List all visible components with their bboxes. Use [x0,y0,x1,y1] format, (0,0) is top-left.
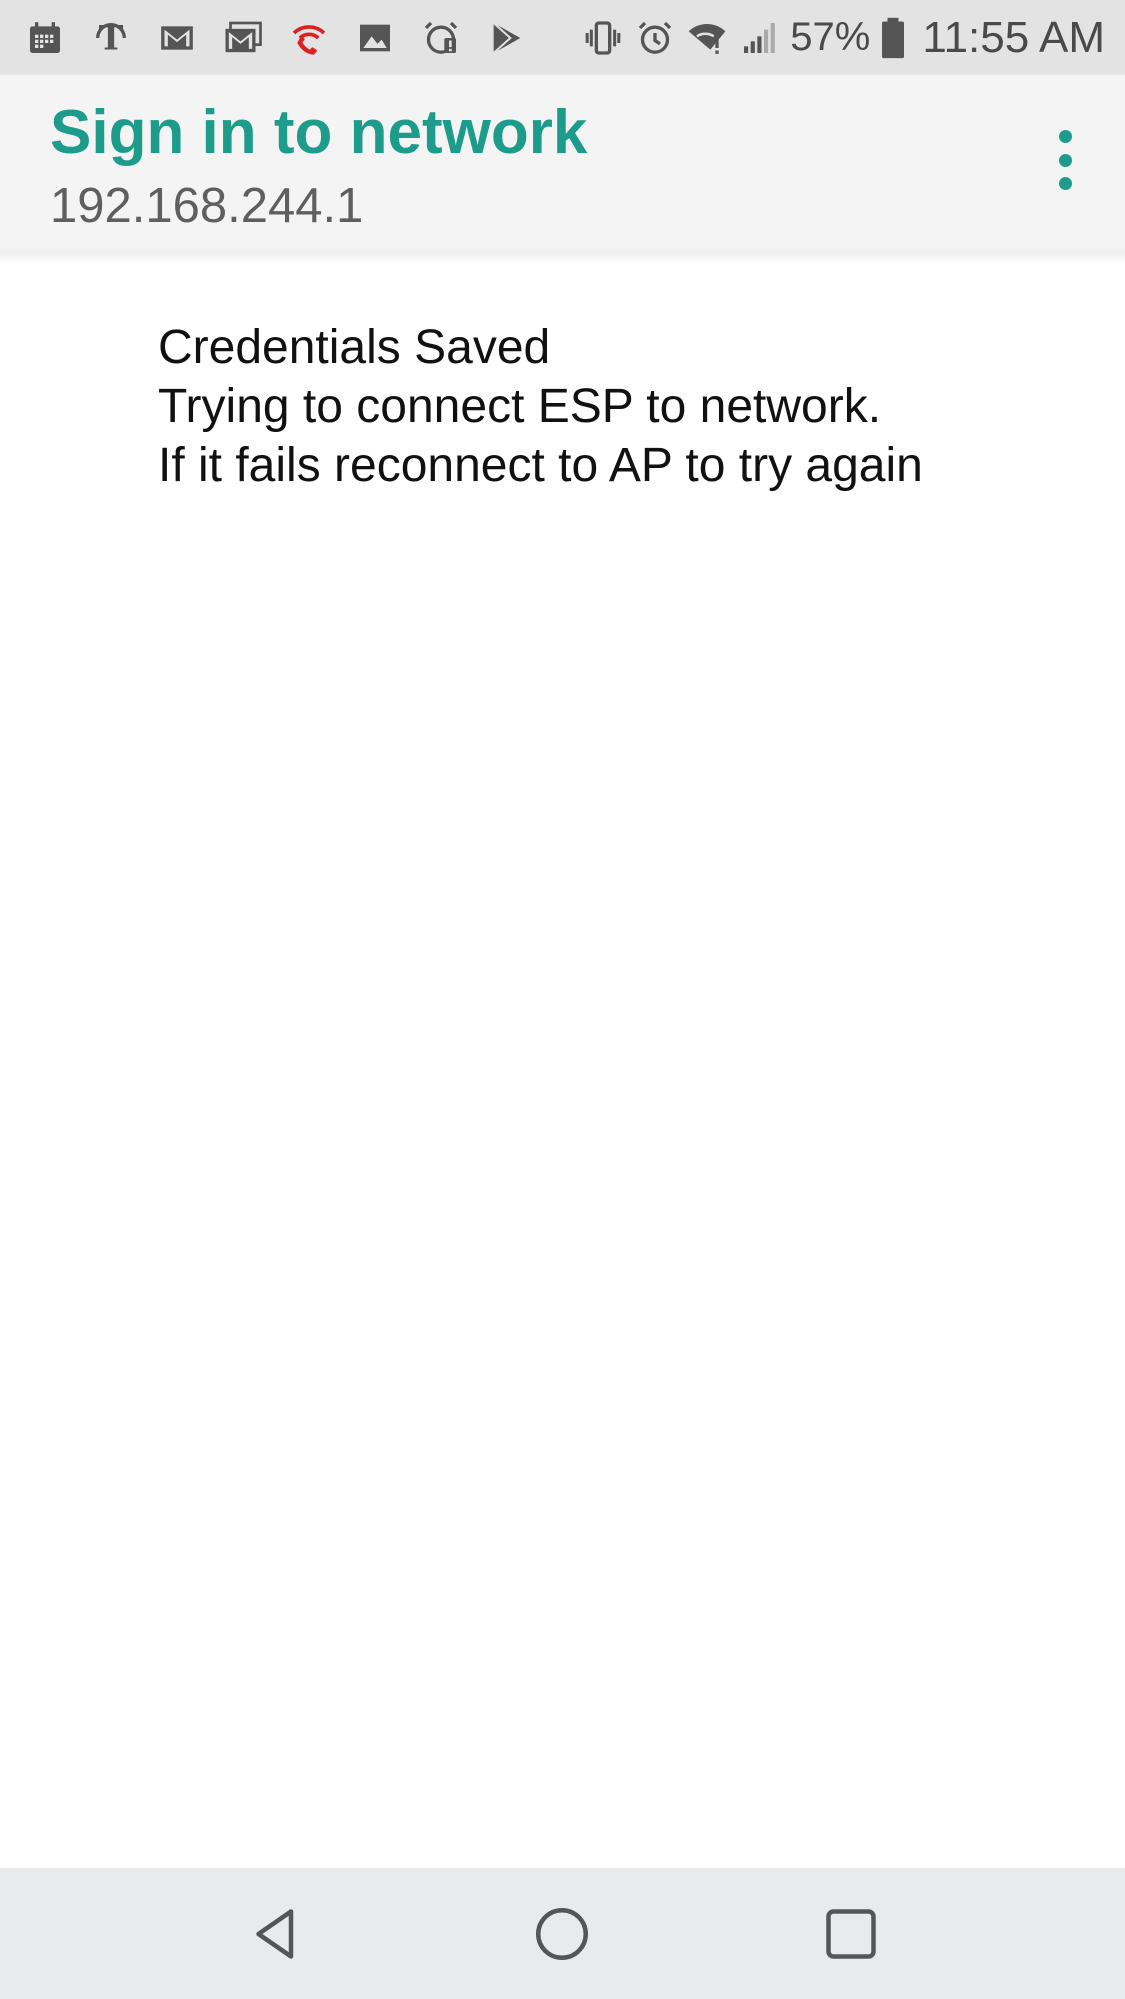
vibrate-icon [582,17,624,59]
system-status: 57% 11:55 AM [582,0,1105,75]
home-button[interactable] [526,1898,598,1970]
app-bar-shadow [0,250,1125,264]
recents-button[interactable] [815,1898,887,1970]
app-bar: Sign in to network 192.168.244.1 [0,75,1125,250]
menu-dot [1058,130,1072,143]
wifi-alert-icon [686,17,728,59]
status-bar: T 57% 11:55 AM [0,0,1125,75]
alarm-alert-icon [420,17,462,59]
menu-dot [1058,177,1072,190]
notification-icons: T [24,17,582,59]
gmail-stack-icon [222,17,264,59]
image-icon [354,17,396,59]
back-icon [256,1909,294,1959]
navigation-bar [0,1868,1125,1999]
page-subtitle: 192.168.244.1 [50,179,364,233]
message-line-retry: If it fails reconnect to AP to try again [158,439,923,492]
back-button[interactable] [240,1898,312,1970]
message-line-credentials: Credentials Saved [158,321,551,374]
menu-dot [1058,153,1072,167]
screen: T 57% 11:55 AM Sign in to network 192.16… [0,0,1125,1999]
alarm-icon [634,17,676,59]
play-store-icon [486,17,528,59]
portal-message: Credentials Saved Trying to connect ESP … [158,318,923,495]
clock: 11:55 AM [922,13,1105,62]
more-vert-icon[interactable] [1045,130,1085,190]
calendar-icon [24,17,66,59]
gmail-icon [156,17,198,59]
page-title: Sign in to network [50,98,588,167]
recents-icon [826,1909,876,1959]
signal-icon [738,17,780,59]
battery-percent: 57% [790,15,871,59]
message-line-connecting: Trying to connect ESP to network. [158,380,882,433]
battery-icon [880,17,906,59]
nytimes-icon: T [90,17,132,59]
wifi-calling-icon [288,17,330,59]
home-icon [536,1908,588,1960]
